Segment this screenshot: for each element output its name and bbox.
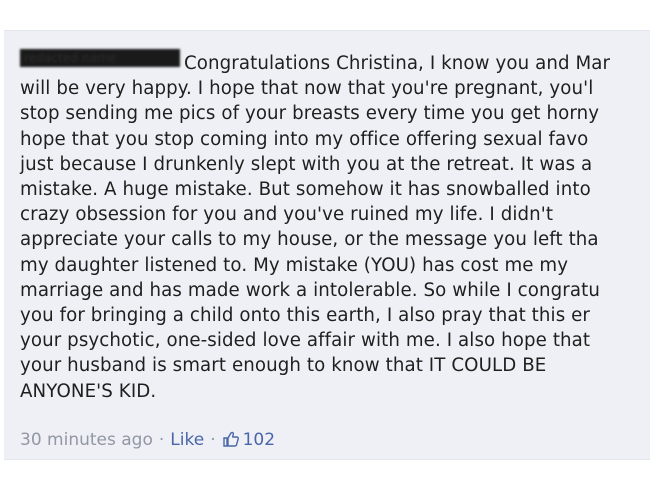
comment-text-segment: Congratulations Christina, I know you an…	[184, 53, 611, 74]
comment-timestamp[interactable]: 30 minutes ago	[20, 430, 153, 450]
comment-meta-row: 30 minutes ago · Like · 102	[20, 429, 275, 451]
separator-dot: ·	[210, 430, 216, 450]
comment-line-12: your psychotic, one-sided love affair wi…	[20, 330, 591, 352]
author-name-redacted[interactable]: redacted name	[20, 49, 180, 67]
comment-line-7: crazy obsession for you and you've ruine…	[20, 204, 554, 226]
comment-line-5: just because I drunkenly slept with you …	[20, 153, 593, 175]
comment-line-3: stop sending me pics of your breasts eve…	[20, 103, 600, 125]
comment-line-2: will be very happy. I hope that now that…	[20, 78, 594, 100]
comment-line-8: appreciate your calls to my house, or th…	[20, 229, 599, 251]
like-count: 102	[242, 430, 276, 450]
comment-line-6: mistake. A huge mistake. But somehow it …	[20, 179, 591, 201]
comment-line-11: you for bringing a child onto this earth…	[20, 305, 591, 327]
like-count-link[interactable]: 102	[222, 430, 275, 450]
comment-line-4: hope that you stop coming into my office…	[20, 128, 589, 150]
comment-line-1: redacted name Congratulations Christina, …	[20, 49, 650, 76]
like-button[interactable]: Like	[170, 430, 204, 450]
comment-line-14: ANYONE'S KID.	[20, 380, 157, 402]
comment-body: redacted name Congratulations Christina, …	[20, 49, 650, 404]
comment-line-10: marriage and has made work a intolerable…	[20, 279, 600, 301]
thumbs-up-icon	[222, 431, 239, 447]
comment-line-13: your husband is smart enough to know tha…	[20, 355, 547, 377]
comment-box: redacted name Congratulations Christina, …	[4, 30, 650, 460]
separator-dot: ·	[158, 430, 165, 450]
comment-line-9: my daughter listened to. My mistake (YOU…	[20, 254, 569, 276]
